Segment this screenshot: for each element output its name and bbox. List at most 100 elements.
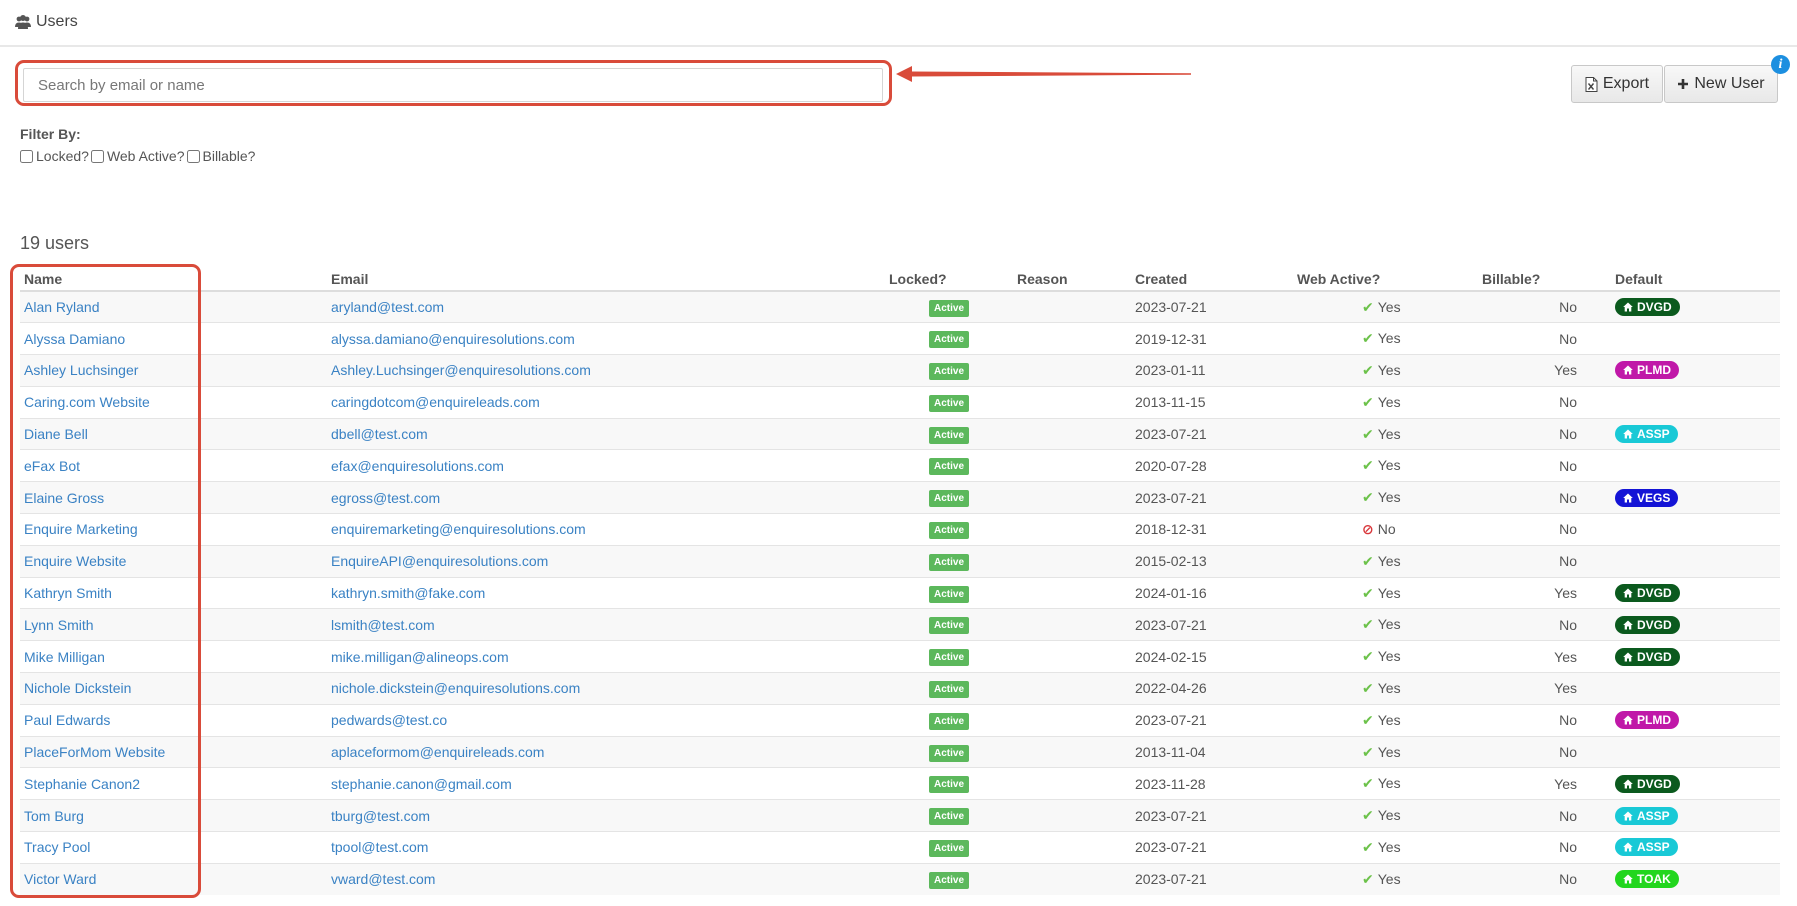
user-name-link[interactable]: Ashley Luchsinger <box>24 362 138 378</box>
search-input[interactable] <box>23 68 883 102</box>
table-row[interactable]: Lynn Smith lsmith@test.com Active 2023-07-2… <box>20 608 1780 641</box>
cell-default: TOAK <box>1611 862 1780 896</box>
user-email-link[interactable]: nichole.dickstein@enquiresolutions.com <box>331 680 580 696</box>
column-header-locked[interactable]: Locked? <box>885 268 1013 292</box>
cell-name: Alyssa Damiano <box>20 322 327 355</box>
cell-billable: Yes <box>1478 767 1611 800</box>
user-name-link[interactable]: Alan Ryland <box>24 299 100 315</box>
new-user-button[interactable]: New User <box>1664 65 1778 103</box>
cell-created: 2023-01-11 <box>1131 354 1293 387</box>
user-email-link[interactable]: Ashley.Luchsinger@enquiresolutions.com <box>331 362 591 378</box>
info-icon[interactable]: i <box>1771 55 1790 74</box>
user-name-link[interactable]: Enquire Marketing <box>24 521 138 537</box>
check-icon: ✔ <box>1362 489 1374 506</box>
table-row[interactable]: Stephanie Canon2 stephanie.canon@gmail.co… <box>20 767 1780 800</box>
table-row[interactable]: Paul Edwards pedwards@test.co Active 2023-0… <box>20 703 1780 737</box>
user-email-link[interactable]: aryland@test.com <box>331 299 444 315</box>
filter-web-active-checkbox[interactable] <box>90 149 104 163</box>
cell-created: 2019-12-31 <box>1131 322 1293 355</box>
user-email-link[interactable]: alyssa.damiano@enquiresolutions.com <box>331 331 575 347</box>
user-email-link[interactable]: pedwards@test.co <box>331 712 447 728</box>
user-name-link[interactable]: Mike Milligan <box>24 649 105 665</box>
filter-locked-checkbox[interactable] <box>20 149 33 163</box>
user-name-link[interactable]: Diane Bell <box>24 426 88 442</box>
column-header-reason[interactable]: Reason <box>1013 268 1131 292</box>
filter-billable[interactable]: Billable? <box>186 148 255 164</box>
filter-locked[interactable]: Locked? <box>20 148 89 164</box>
default-community-badge: VEGS <box>1615 488 1679 507</box>
cell-email: efax@enquiresolutions.com <box>327 449 885 482</box>
table-row[interactable]: Ashley Luchsinger Ashley.Luchsinger@enqui… <box>20 354 1780 387</box>
column-header-web-active[interactable]: Web Active? <box>1293 268 1478 292</box>
table-row[interactable]: Elaine Gross egross@test.com Active 2023-07… <box>20 481 1780 514</box>
cell-reason <box>1013 322 1131 355</box>
user-name-link[interactable]: Tom Burg <box>24 808 84 824</box>
user-email-link[interactable]: EnquireAPI@enquiresolutions.com <box>331 553 548 569</box>
user-name-link[interactable]: Enquire Website <box>24 553 126 569</box>
table-row[interactable]: Nichole Dickstein nichole.dickstein@enqui… <box>20 672 1780 705</box>
status-badge: Active <box>928 299 969 317</box>
column-header-created[interactable]: Created <box>1131 268 1293 292</box>
user-email-link[interactable]: tburg@test.com <box>331 808 430 824</box>
table-row[interactable]: Tracy Pool tpool@test.com Active 2023-07-21… <box>20 831 1780 864</box>
user-name-link[interactable]: Tracy Pool <box>24 839 90 855</box>
column-header-billable[interactable]: Billable? <box>1478 268 1611 292</box>
user-email-link[interactable]: stephanie.canon@gmail.com <box>331 776 512 792</box>
table-row[interactable]: eFax Bot efax@enquiresolutions.com Active 2… <box>20 449 1780 482</box>
home-icon <box>1623 874 1633 884</box>
cell-web-active: ✔ Yes <box>1293 290 1478 323</box>
user-name-link[interactable]: Victor Ward <box>24 871 96 887</box>
user-email-link[interactable]: caringdotcom@enquireleads.com <box>331 394 540 410</box>
table-row[interactable]: Enquire Website EnquireAPI@enquiresolutio… <box>20 544 1780 578</box>
user-email-link[interactable]: lsmith@test.com <box>331 617 435 633</box>
table-row[interactable]: Enquire Marketing enquiremarketing@enquir… <box>20 513 1780 546</box>
user-email-link[interactable]: vward@test.com <box>331 871 435 887</box>
default-community-badge: ASSP <box>1615 425 1678 444</box>
column-header-name[interactable]: Name <box>20 268 327 292</box>
table-row[interactable]: Mike Milligan mike.milligan@alineops.com A… <box>20 640 1780 673</box>
web-active-value: Yes <box>1377 679 1401 696</box>
table-row[interactable]: Kathryn Smith kathryn.smith@fake.com Activ… <box>20 576 1780 609</box>
table-row[interactable]: Caring.com Website caringdotcom@enquirele… <box>20 385 1780 419</box>
table-row[interactable]: Diane Bell dbell@test.com Active 2023-07-21… <box>20 417 1780 450</box>
filter-billable-checkbox[interactable] <box>186 149 200 163</box>
user-email-link[interactable]: aplaceformom@enquireleads.com <box>331 744 544 760</box>
table-row[interactable]: PlaceForMom Website aplaceformom@enquirel… <box>20 735 1780 768</box>
table-row[interactable]: Tom Burg tburg@test.com Active 2023-07-21 ✔ Y… <box>20 799 1780 832</box>
user-name-link[interactable]: Kathryn Smith <box>24 585 112 601</box>
column-header-email[interactable]: Email <box>327 268 885 292</box>
user-name-link[interactable]: Nichole Dickstein <box>24 680 131 696</box>
user-name-link[interactable]: Lynn Smith <box>24 617 94 633</box>
table-row[interactable]: Victor Ward vward@test.com Active 2023-07-2… <box>20 862 1780 896</box>
user-email-link[interactable]: tpool@test.com <box>331 839 428 855</box>
status-badge: Active <box>928 426 969 444</box>
user-name-link[interactable]: Alyssa Damiano <box>24 331 125 347</box>
cell-default <box>1611 544 1780 578</box>
user-email-link[interactable]: efax@enquiresolutions.com <box>331 458 504 474</box>
user-email-link[interactable]: mike.milligan@alineops.com <box>331 649 509 665</box>
status-badge: Active <box>928 585 969 603</box>
cell-web-active: ✔ Yes <box>1293 385 1478 419</box>
user-name-link[interactable]: Paul Edwards <box>24 712 110 728</box>
user-name-link[interactable]: eFax Bot <box>24 458 80 474</box>
user-name-link[interactable]: PlaceForMom Website <box>24 744 165 760</box>
user-name-link[interactable]: Elaine Gross <box>24 490 104 506</box>
user-email-link[interactable]: dbell@test.com <box>331 426 428 442</box>
cell-default: PLMD <box>1611 354 1780 387</box>
cell-locked: Active <box>885 544 1013 578</box>
home-icon <box>1623 715 1633 725</box>
user-email-link[interactable]: enquiremarketing@enquiresolutions.com <box>331 521 586 537</box>
cell-email: Ashley.Luchsinger@enquiresolutions.com <box>327 354 885 387</box>
cell-email: kathryn.smith@fake.com <box>327 576 885 609</box>
export-button[interactable]: Export <box>1571 65 1663 103</box>
user-name-link[interactable]: Caring.com Website <box>24 394 150 410</box>
column-header-default[interactable]: Default <box>1611 268 1780 292</box>
user-email-link[interactable]: kathryn.smith@fake.com <box>331 585 485 601</box>
table-row[interactable]: Alyssa Damiano alyssa.damiano@enquiresolu… <box>20 322 1780 355</box>
table-row[interactable]: Alan Ryland aryland@test.com Active 2023-07… <box>20 290 1780 323</box>
cell-reason <box>1013 862 1131 896</box>
user-name-link[interactable]: Stephanie Canon2 <box>24 776 140 792</box>
filter-web-active[interactable]: Web Active? <box>90 148 185 164</box>
user-email-link[interactable]: egross@test.com <box>331 490 440 506</box>
cell-locked: Active <box>885 290 1013 323</box>
